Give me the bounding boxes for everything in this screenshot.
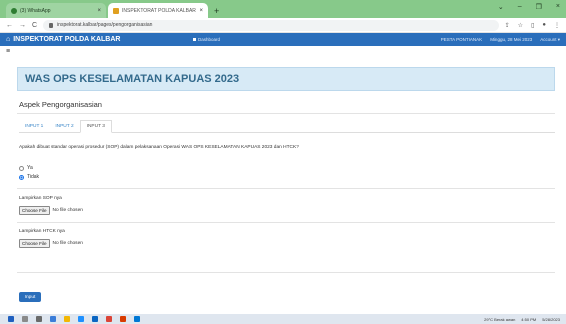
weather-status[interactable]: 29°C Berak awan — [484, 317, 515, 322]
current-date: Minggu, 28 Mei 2023 — [490, 36, 533, 42]
account-dropdown[interactable]: Account ▾ — [540, 37, 560, 43]
radio-tidak[interactable] — [19, 174, 24, 180]
upload-sop-label: Lampirkan SOP nya — [19, 196, 62, 201]
maximize-icon[interactable]: ❐ — [536, 3, 542, 11]
close-tab-icon[interactable]: × — [97, 8, 101, 14]
sop-question: Apakah dibuat standar operasi prosedur (… — [19, 145, 299, 150]
share-icon[interactable]: ⇪ — [505, 22, 510, 29]
brand[interactable]: ⌂ INSPEKTORAT POLDA KALBAR — [6, 36, 120, 43]
app-navbar: ⌂ INSPEKTORAT POLDA KALBAR Dashboard PES… — [0, 33, 566, 46]
divider — [17, 222, 555, 223]
section-title: Aspek Pengorganisasian — [19, 100, 102, 109]
tab-input-2[interactable]: INPUT 2 — [49, 120, 79, 132]
chrome-icon[interactable] — [106, 316, 112, 322]
sidebar-icon[interactable]: ▯ — [531, 22, 534, 29]
close-tab-icon[interactable]: × — [199, 8, 203, 14]
tab-input-3[interactable]: INPUT 3 — [79, 120, 112, 133]
choose-file-button[interactable]: Choose File — [19, 206, 50, 215]
option-label: Tidak — [27, 174, 40, 180]
browser-tab-title: (3) WhatsApp — [20, 7, 51, 14]
input-tabs: INPUT 1 INPUT 2 INPUT 3 — [19, 120, 555, 133]
whatsapp-icon — [11, 7, 17, 14]
tab-search-icon[interactable]: ⌄ — [498, 3, 504, 11]
folder-icon[interactable] — [64, 316, 70, 322]
divider — [17, 188, 555, 189]
input-submit-button[interactable]: Input — [19, 292, 41, 302]
upload-sop-field: Choose File No file chosen — [19, 206, 83, 215]
photos-icon[interactable] — [134, 316, 140, 322]
task-view-icon[interactable] — [36, 316, 42, 322]
dashboard-icon — [193, 38, 196, 41]
clock-date[interactable]: 5/28/2023 — [542, 317, 560, 322]
mail-icon[interactable] — [50, 316, 56, 322]
menu-icon[interactable]: ⋮ — [554, 22, 560, 29]
minimize-icon[interactable]: – — [518, 3, 522, 11]
bookmark-star-icon[interactable]: ☆ — [518, 22, 523, 29]
divider — [17, 272, 555, 273]
start-icon[interactable] — [8, 316, 14, 322]
back-icon[interactable]: ← — [6, 22, 13, 29]
choose-file-button[interactable]: Choose File — [19, 239, 50, 248]
close-window-icon[interactable]: × — [556, 3, 560, 11]
option-ya[interactable]: Ya — [19, 165, 33, 171]
edge-icon[interactable] — [78, 316, 84, 322]
option-tidak[interactable]: Tidak — [19, 174, 39, 180]
dashboard-label: Dashboard — [198, 37, 221, 42]
browser-tab-inspektorat[interactable]: INSPEKTORAT POLDA KALBAR × — [108, 3, 208, 18]
browser-tab-strip: (3) WhatsApp × INSPEKTORAT POLDA KALBAR … — [0, 0, 566, 18]
office-icon[interactable] — [120, 316, 126, 322]
url-text: inspektorat.kalbar/pages/pengorganisasia… — [57, 22, 153, 28]
browser-tab-title: INSPEKTORAT POLDA KALBAR — [122, 7, 196, 14]
brand-title: INSPEKTORAT POLDA KALBAR — [13, 36, 121, 43]
window-controls: ⌄ – ❐ × — [498, 3, 560, 11]
lock-icon — [49, 22, 54, 28]
upload-htck-label: Lampirkan HTCK nya — [19, 229, 65, 234]
home-icon: ⌂ — [6, 36, 11, 43]
forward-icon[interactable]: → — [19, 22, 26, 29]
dashboard-link[interactable]: Dashboard — [193, 37, 220, 42]
clock-time[interactable]: 4:50 PM — [521, 317, 536, 322]
url-field[interactable]: inspektorat.kalbar/pages/pengorganisasia… — [43, 19, 499, 31]
page-title: WAS OPS KESELAMATAN KAPUAS 2023 — [25, 73, 240, 85]
search-icon[interactable] — [22, 316, 28, 322]
address-bar: ← → C inspektorat.kalbar/pages/pengorgan… — [0, 18, 566, 33]
new-tab-button[interactable]: + — [214, 6, 219, 16]
os-taskbar: 29°C Berak awan 4:50 PM 5/28/2023 — [0, 314, 566, 324]
hamburger-menu-icon[interactable]: ≡ — [6, 48, 10, 55]
profile-avatar-icon[interactable]: ● — [542, 22, 546, 29]
option-label: Ya — [27, 165, 33, 171]
file-status: No file chosen — [52, 241, 83, 246]
store-icon[interactable] — [92, 316, 98, 322]
site-favicon-icon — [113, 7, 119, 14]
browser-tab-whatsapp[interactable]: (3) WhatsApp × — [6, 3, 106, 18]
file-status: No file chosen — [52, 208, 83, 213]
radio-ya[interactable] — [19, 165, 24, 171]
divider — [17, 113, 555, 114]
reload-icon[interactable]: C — [32, 22, 37, 29]
user-name: PESTA PONTIANAK — [440, 36, 483, 42]
upload-htck-field: Choose File No file chosen — [19, 239, 83, 248]
tab-input-1[interactable]: INPUT 1 — [19, 120, 49, 132]
page-title-box: WAS OPS KESELAMATAN KAPUAS 2023 — [17, 67, 555, 91]
